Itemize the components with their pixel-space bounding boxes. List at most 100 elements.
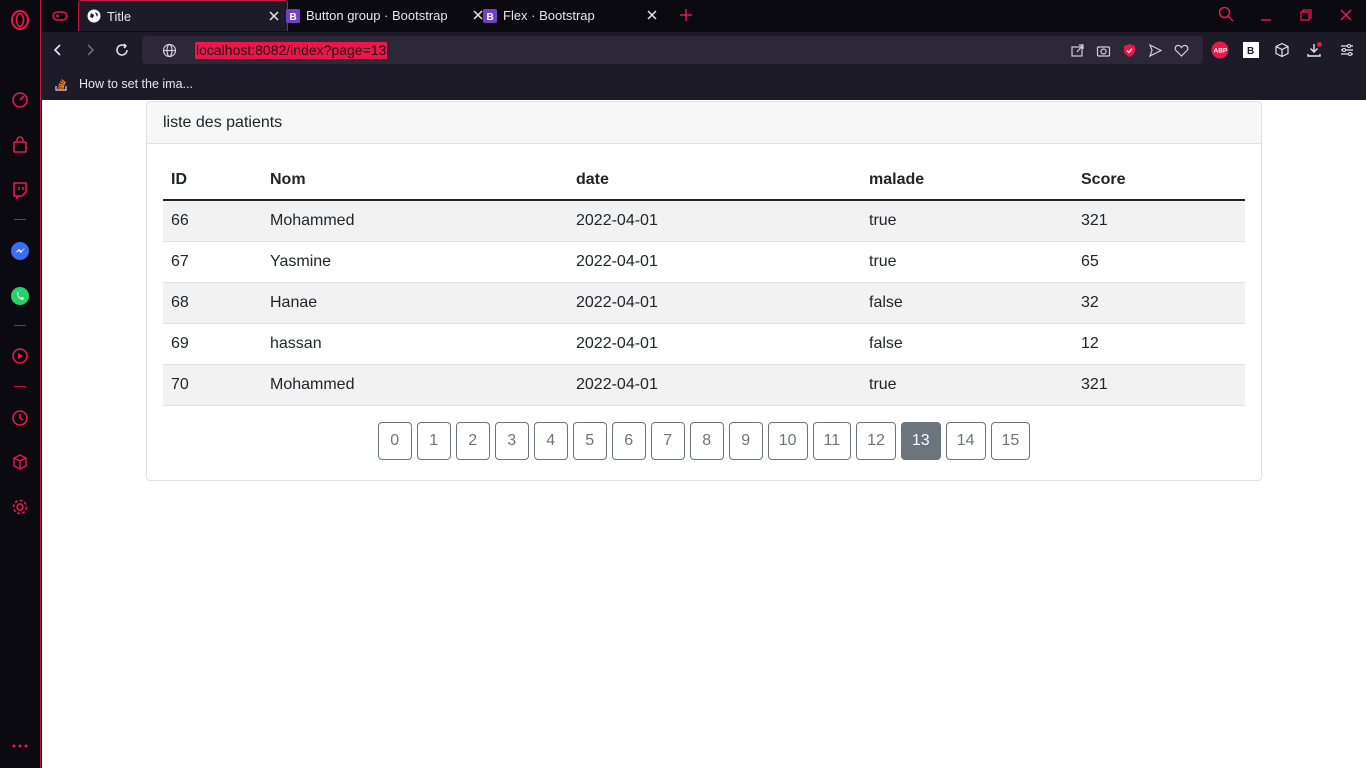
page-button-12[interactable]: 12 xyxy=(856,422,896,460)
table-row: 70 Mohammed 2022-04-01 true 321 xyxy=(163,364,1245,406)
extensions-cube-icon[interactable] xyxy=(1273,41,1291,59)
easy-setup-menu-icon[interactable] xyxy=(1338,41,1356,59)
search-tabs-icon[interactable] xyxy=(1217,5,1235,23)
share-icon[interactable] xyxy=(1068,41,1086,59)
cell-malade: true xyxy=(861,241,1073,283)
cell-nom: hassan xyxy=(262,323,568,365)
svg-text:ABP: ABP xyxy=(1214,48,1228,55)
table-header-row: ID Nom date malade Score xyxy=(163,160,1245,201)
close-window-icon[interactable] xyxy=(1337,6,1355,24)
cell-nom: Hanae xyxy=(262,282,568,324)
cell-date: 2022-04-01 xyxy=(568,241,861,283)
cell-malade: true xyxy=(861,364,1073,406)
cell-date: 2022-04-01 xyxy=(568,364,861,406)
heart-icon[interactable] xyxy=(1172,41,1190,59)
shield-icon[interactable] xyxy=(1120,41,1138,59)
page-viewport: liste des patients ID Nom date malade Sc… xyxy=(42,100,1366,768)
address-bar[interactable]: localhost:8082/index?page=13 xyxy=(142,36,1203,64)
page-button-15[interactable]: 15 xyxy=(990,422,1031,460)
settings-gear-icon[interactable] xyxy=(10,497,30,517)
adblock-icon[interactable]: ABP xyxy=(1211,41,1229,59)
camera-icon[interactable] xyxy=(1094,41,1112,59)
cell-malade: false xyxy=(861,282,1073,324)
page-button-3[interactable]: 3 xyxy=(494,422,529,460)
svg-text:B: B xyxy=(487,12,494,23)
patients-table: ID Nom date malade Score 66 Mohammed 202… xyxy=(163,160,1245,406)
cell-nom: Mohammed xyxy=(262,200,568,242)
opera-logo-icon[interactable] xyxy=(10,10,30,30)
bookmarks-bar: How to set the ima... xyxy=(41,68,1366,100)
globe-icon xyxy=(87,9,101,23)
page-button-0[interactable]: 0 xyxy=(377,422,412,460)
column-header-date: date xyxy=(568,160,861,201)
cell-score: 65 xyxy=(1073,241,1245,283)
player-icon[interactable] xyxy=(10,346,30,366)
downloads-icon[interactable] xyxy=(1305,41,1323,59)
page-button-5[interactable]: 5 xyxy=(572,422,607,460)
cell-id: 68 xyxy=(163,282,262,324)
back-icon[interactable] xyxy=(49,41,67,59)
twitch-icon[interactable] xyxy=(10,180,30,200)
cell-score: 321 xyxy=(1073,200,1245,242)
page-button-13[interactable]: 13 xyxy=(900,422,941,460)
shopping-bag-icon[interactable] xyxy=(10,135,30,155)
bookmark-label: How to set the ima... xyxy=(79,77,193,91)
restore-icon[interactable] xyxy=(1297,6,1315,24)
more-dots-icon[interactable] xyxy=(10,736,30,756)
reload-icon[interactable] xyxy=(113,41,131,59)
tab-button-group[interactable]: B Button group · Bootstrap xyxy=(278,0,483,31)
page-button-4[interactable]: 4 xyxy=(533,422,568,460)
page-button-10[interactable]: 10 xyxy=(767,422,808,460)
page-button-8[interactable]: 8 xyxy=(689,422,724,460)
bootstrap-icon: B xyxy=(483,8,497,23)
table-row: 69 hassan 2022-04-01 false 12 xyxy=(163,323,1245,365)
page-button-11[interactable]: 11 xyxy=(812,422,852,460)
tab-label: Title xyxy=(107,8,132,24)
page-button-7[interactable]: 7 xyxy=(650,422,685,460)
send-icon[interactable] xyxy=(1146,41,1164,59)
browser-sidebar xyxy=(0,0,41,768)
bootstrap-extension-icon[interactable]: B xyxy=(1242,41,1260,59)
bootstrap-icon: B xyxy=(286,8,300,23)
cell-id: 66 xyxy=(163,200,262,242)
globe-icon xyxy=(160,41,178,59)
cell-score: 321 xyxy=(1073,364,1245,406)
new-tab-icon[interactable] xyxy=(677,6,695,24)
close-tab-icon[interactable] xyxy=(645,8,659,22)
cell-score: 32 xyxy=(1073,282,1245,324)
gamepad-icon[interactable] xyxy=(51,7,69,25)
url-text[interactable]: localhost:8082/index?page=13 xyxy=(195,42,388,59)
page-button-6[interactable]: 6 xyxy=(611,422,646,460)
tab-flex[interactable]: B Flex · Bootstrap xyxy=(475,0,665,31)
speed-dial-icon[interactable] xyxy=(10,90,30,110)
navigation-toolbar: localhost:8082/index?page=13 ABP B xyxy=(41,32,1366,68)
cell-date: 2022-04-01 xyxy=(568,282,861,324)
table-row: 68 Hanae 2022-04-01 false 32 xyxy=(163,282,1245,324)
patients-card: liste des patients ID Nom date malade Sc… xyxy=(146,101,1262,481)
extensions-cube-icon[interactable] xyxy=(10,452,30,472)
messenger-icon[interactable] xyxy=(10,241,30,261)
stackoverflow-icon xyxy=(53,76,69,92)
table-row: 67 Yasmine 2022-04-01 true 65 xyxy=(163,241,1245,283)
table-row: 66 Mohammed 2022-04-01 true 321 xyxy=(163,200,1245,242)
whatsapp-icon[interactable] xyxy=(10,286,30,306)
cell-malade: false xyxy=(861,323,1073,365)
cell-date: 2022-04-01 xyxy=(568,323,861,365)
page-button-9[interactable]: 9 xyxy=(728,422,763,460)
page-button-14[interactable]: 14 xyxy=(945,422,986,460)
svg-text:B: B xyxy=(290,12,297,23)
minimize-icon[interactable] xyxy=(1257,7,1275,25)
cell-date: 2022-04-01 xyxy=(568,200,861,242)
column-header-score: Score xyxy=(1073,160,1245,201)
tab-title[interactable]: Title xyxy=(78,0,288,31)
history-icon[interactable] xyxy=(10,408,30,428)
cell-nom: Mohammed xyxy=(262,364,568,406)
page-button-1[interactable]: 1 xyxy=(416,422,451,460)
bookmark-item[interactable]: How to set the ima... xyxy=(53,75,193,93)
cell-malade: true xyxy=(861,200,1073,242)
tab-label: Flex · Bootstrap xyxy=(503,8,595,23)
cell-id: 70 xyxy=(163,364,262,406)
page-button-2[interactable]: 2 xyxy=(455,422,490,460)
tab-label: Button group · Bootstrap xyxy=(306,8,448,23)
forward-icon[interactable] xyxy=(81,41,99,59)
